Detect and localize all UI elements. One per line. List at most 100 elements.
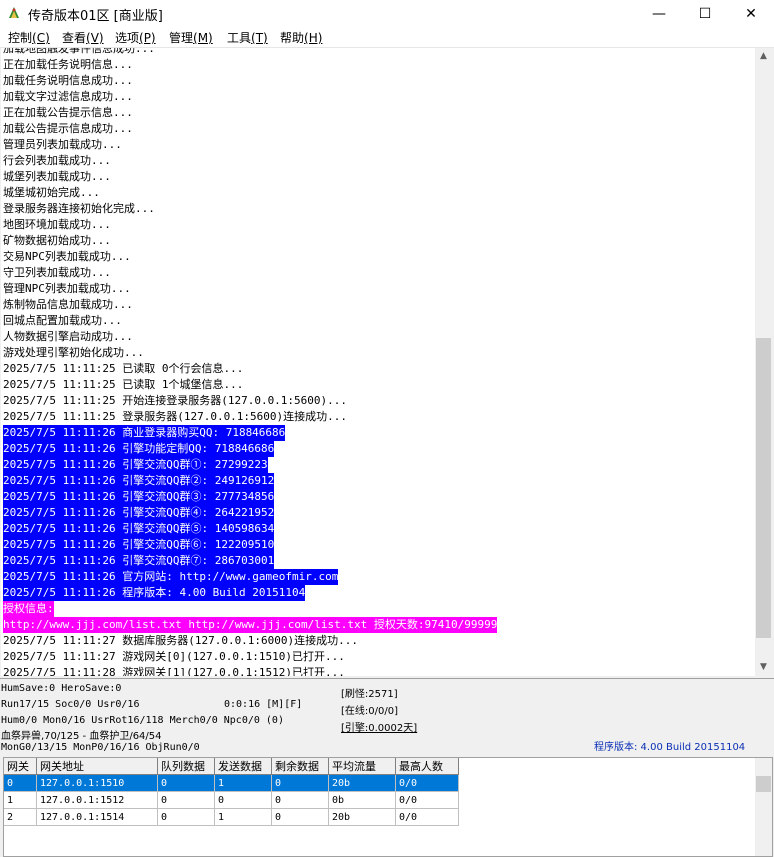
log-line: 2025/7/5 11:11:26 引擎交流QQ群⑦: 286703001 [3, 553, 275, 569]
log-line: 2025/7/5 11:11:26 程序版本: 4.00 Build 20151… [3, 585, 306, 601]
table-cell: 1 [214, 808, 272, 826]
column-header[interactable]: 队列数据 [157, 758, 215, 775]
log-line: http://www.jjj.com/list.txt http://www.j… [3, 617, 498, 633]
scroll-down-icon[interactable]: ▼ [755, 659, 772, 676]
window-title: 传奇版本01区 [商业版] [28, 9, 163, 24]
log-line: 2025/7/5 11:11:26 商业登录器购买QQ: 718846686 [3, 425, 286, 441]
status-panel: HumSave:0 HeroSave:0 Run17/15 Soc0/0 Usr… [0, 678, 774, 755]
menu-control[interactable]: 控制(C) [8, 29, 50, 46]
log-line: 管理NPC列表加载成功... [3, 282, 131, 295]
log-line: 2025/7/5 11:11:26 引擎交流QQ群⑥: 122209510 [3, 537, 275, 553]
close-icon: ✕ [745, 5, 757, 22]
log-line: 2025/7/5 11:11:27 游戏网关[0](127.0.0.1:1510… [3, 650, 345, 663]
table-cell: 0 [157, 774, 215, 792]
table-cell: 0/0 [395, 808, 459, 826]
maximize-icon: ☐ [698, 5, 712, 22]
table-row[interactable]: 1 127.0.0.1:1512 0 0 0 0b 0/0 [4, 791, 459, 809]
status-shuaguai: [刷怪:2571] [341, 689, 398, 700]
log-line: 游戏处理引擎初始化成功... [3, 346, 144, 359]
gateway-table: 网关 网关地址 队列数据 发送数据 剩余数据 平均流量 最高人数 0 127.0.0.1:15… [4, 758, 459, 826]
log-line: 加载文字过滤信息成功... [3, 90, 133, 103]
log-line: 正在加载任务说明信息... [3, 58, 133, 71]
log-line: 2025/7/5 11:11:26 引擎交流QQ群③: 277734856 [3, 489, 275, 505]
table-cell: 0 [271, 791, 329, 809]
grid-scrollbar[interactable] [755, 758, 772, 856]
menu-tools[interactable]: 工具(T) [227, 29, 268, 46]
menu-help[interactable]: 帮助(H) [280, 29, 322, 46]
table-cell: 0/0 [395, 774, 459, 792]
log-line: 加载地图触发事件信息成功... [3, 48, 155, 55]
log-line: 2025/7/5 11:11:26 引擎交流QQ群②: 249126912 [3, 473, 275, 489]
log-line: 2025/7/5 11:11:25 开始连接登录服务器(127.0.0.1:56… [3, 394, 348, 407]
table-cell: 20b [328, 774, 396, 792]
maximize-button[interactable]: ☐ [682, 0, 728, 27]
menu-manage[interactable]: 管理(M) [169, 29, 213, 46]
log-line: 2025/7/5 11:11:25 登录服务器(127.0.0.1:5600)连… [3, 410, 348, 423]
log-line: 登录服务器连接初始化完成... [3, 202, 155, 215]
log-line: 管理员列表加载成功... [3, 138, 122, 151]
status-online: [在线:0/0/0] [341, 706, 398, 717]
table-cell: 2 [4, 808, 37, 826]
gateway-grid[interactable]: 网关 网关地址 队列数据 发送数据 剩余数据 平均流量 最高人数 0 127.0.0.1:15… [3, 757, 773, 857]
status-engine: [引擎:0.0002天] [341, 723, 418, 734]
status-mong: MonG0/13/15 MonP0/16/16 ObjRun0/0 [1, 742, 200, 753]
status-hum: Hum0/0 Mon0/16 UsrRot16/118 Merch0/0 Npc… [1, 715, 284, 726]
table-cell: 127.0.0.1:1514 [36, 808, 158, 826]
scroll-thumb[interactable] [756, 338, 771, 638]
log-line: 城堡列表加载成功... [3, 170, 111, 183]
log-line: 2025/7/5 11:11:28 游戏网关[1](127.0.0.1:1512… [3, 666, 345, 676]
log-line: 人物数据引擎启动成功... [3, 330, 133, 343]
column-header[interactable]: 网关地址 [36, 758, 158, 775]
log-line: 炼制物品信息加载成功... [3, 298, 133, 311]
log-line: 行会列表加载成功... [3, 154, 111, 167]
log-line: 2025/7/5 11:11:25 已读取 1个城堡信息... [3, 378, 244, 391]
column-header[interactable]: 网关 [4, 758, 37, 775]
log-scrollbar[interactable]: ▲ ▼ [755, 48, 772, 676]
app-icon [9, 7, 19, 18]
log-line: 2025/7/5 11:11:26 引擎功能定制QQ: 718846686 [3, 441, 275, 457]
table-cell: 0b [328, 791, 396, 809]
table-row[interactable]: 2 127.0.0.1:1514 0 1 0 20b 0/0 [4, 808, 459, 826]
log-line: 回城点配置加载成功... [3, 314, 122, 327]
close-button[interactable]: ✕ [728, 0, 774, 27]
table-cell: 0/0 [395, 791, 459, 809]
table-cell: 0 [157, 808, 215, 826]
table-cell: 0 [214, 791, 272, 809]
status-xueji: 血祭异兽,70/125 - 血祭护卫/64/54 [1, 731, 162, 742]
table-cell: 0 [157, 791, 215, 809]
minimize-icon: — [652, 5, 666, 22]
scroll-up-icon[interactable]: ▲ [755, 48, 772, 65]
title-bar: 传奇版本01区 [商业版] — ☐ ✕ [0, 0, 774, 27]
log-line: 加载公告提示信息成功... [3, 122, 133, 135]
log-line: 交易NPC列表加载成功... [3, 250, 131, 263]
status-timer: 0:0:16 [M][F] [224, 699, 303, 710]
log-line: 正在加载公告提示信息... [3, 106, 133, 119]
table-cell: 127.0.0.1:1510 [36, 774, 158, 792]
log-line: 守卫列表加载成功... [3, 266, 111, 279]
column-header[interactable]: 平均流量 [328, 758, 396, 775]
log-line: 2025/7/5 11:11:26 引擎交流QQ群⑤: 140598634 [3, 521, 275, 537]
column-header[interactable]: 最高人数 [395, 758, 459, 775]
log-line: 2025/7/5 11:11:26 引擎交流QQ群④: 264221952 [3, 505, 275, 521]
log-line: 城堡城初始完成... [3, 186, 100, 199]
log-line: 授权信息: [3, 601, 54, 617]
status-version: 程序版本: 4.00 Build 20151104 [594, 742, 746, 753]
minimize-button[interactable]: — [636, 0, 682, 27]
log-line: 2025/7/5 11:11:26 引擎交流QQ群①: 27299223 [3, 457, 268, 473]
table-cell: 0 [4, 774, 37, 792]
column-header[interactable]: 发送数据 [214, 758, 272, 775]
table-row[interactable]: 0 127.0.0.1:1510 0 1 0 20b 0/0 [4, 774, 459, 792]
menu-bar: 控制(C) 查看(V) 选项(P) 管理(M) 工具(T) 帮助(H) [0, 27, 774, 48]
log-output[interactable]: 加载地图触发事件信息成功... 正在加载任务说明信息... 加载任务说明信息成功..… [1, 48, 755, 676]
log-line: 矿物数据初始成功... [3, 234, 111, 247]
column-header[interactable]: 剩余数据 [271, 758, 329, 775]
status-run: Run17/15 Soc0/0 Usr0/16 [1, 699, 140, 710]
log-line: 加载任务说明信息成功... [3, 74, 133, 87]
table-cell: 20b [328, 808, 396, 826]
menu-options[interactable]: 选项(P) [115, 29, 156, 46]
table-cell: 1 [4, 791, 37, 809]
log-line: 2025/7/5 11:11:27 数据库服务器(127.0.0.1:6000)… [3, 634, 359, 647]
menu-view[interactable]: 查看(V) [62, 29, 104, 46]
grid-scroll-thumb[interactable] [756, 776, 771, 792]
log-line: 2025/7/5 11:11:26 官方网站: http://www.gameo… [3, 569, 339, 585]
